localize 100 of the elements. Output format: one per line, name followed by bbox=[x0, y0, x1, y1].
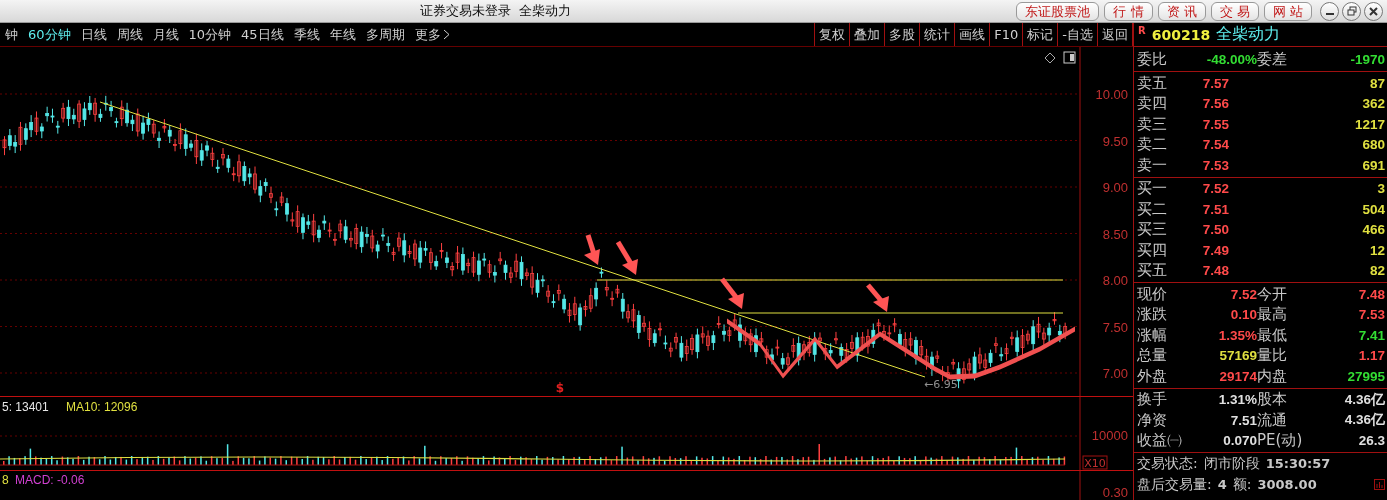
stat-value: 7.52 bbox=[1229, 286, 1257, 302]
order-volume: 87 bbox=[1368, 75, 1385, 91]
status-value: 闭市阶段 bbox=[1203, 454, 1260, 473]
header-button[interactable]: 资 讯 bbox=[1157, 1, 1206, 21]
order-volume: 466 bbox=[1361, 222, 1385, 238]
order-level-label: 买三 bbox=[1137, 220, 1168, 240]
stat-label: 内盘 bbox=[1257, 366, 1288, 386]
stat-value: -48.00% bbox=[1205, 51, 1257, 67]
stat-value: 29174 bbox=[1218, 368, 1257, 384]
macd-axis-label: 0.30 bbox=[1102, 485, 1128, 500]
stat-value: 27995 bbox=[1346, 368, 1385, 384]
stat-label: 外盘 bbox=[1137, 366, 1168, 386]
header-button[interactable]: 行 情 bbox=[1104, 1, 1153, 21]
amount-label: 额: bbox=[1232, 475, 1252, 494]
stat-value: 1.31% bbox=[1217, 392, 1257, 408]
stat-label: 涨跌 bbox=[1137, 305, 1168, 325]
stat-label: 净资 bbox=[1137, 410, 1168, 430]
volume-legend: MA10: 12096 bbox=[66, 400, 138, 414]
stat-label: 最低 bbox=[1257, 325, 1288, 345]
price-axis-label: 10.00 bbox=[1095, 87, 1128, 102]
order-volume: 1217 bbox=[1353, 116, 1385, 132]
macd-legend: MACD: -0.06 bbox=[15, 473, 85, 487]
stock-code: 600218 bbox=[1151, 26, 1211, 43]
order-price: 7.50 bbox=[1201, 222, 1229, 238]
stat-value: 26.3 bbox=[1357, 433, 1385, 449]
r-label: R bbox=[1138, 25, 1146, 36]
period-tab[interactable]: 更多 bbox=[409, 25, 455, 44]
window-title: 证券交易未登录 bbox=[419, 2, 511, 20]
stat-value: 4.36亿 bbox=[1343, 390, 1385, 409]
stat-value: 57169 bbox=[1218, 348, 1257, 364]
stat-value: 1.17 bbox=[1357, 348, 1385, 364]
stat-label: 量比 bbox=[1257, 346, 1288, 366]
period-tab[interactable]: 10分钟 bbox=[183, 25, 237, 44]
price-axis-label: 7.50 bbox=[1102, 319, 1128, 335]
order-volume: 691 bbox=[1361, 157, 1385, 173]
scale-tag: X10 bbox=[1082, 455, 1108, 470]
order-price: 7.55 bbox=[1201, 116, 1229, 132]
stat-label: 今开 bbox=[1257, 284, 1288, 304]
price-axis-label: 9.00 bbox=[1102, 180, 1128, 195]
stat-value: -1970 bbox=[1349, 51, 1385, 67]
volume-legend: 5: 13401 bbox=[2, 400, 49, 414]
order-level-label: 卖二 bbox=[1137, 135, 1168, 155]
status-time: 15:30:57 bbox=[1265, 456, 1331, 471]
stat-value: 0.070 bbox=[1222, 433, 1257, 449]
stat-value: 4.36亿 bbox=[1343, 411, 1385, 430]
order-price: 7.57 bbox=[1201, 75, 1229, 91]
stock-name: 全柴动力 bbox=[1216, 24, 1281, 45]
stat-label: 流通 bbox=[1257, 410, 1288, 430]
order-level-label: 卖一 bbox=[1137, 155, 1168, 175]
period-tab[interactable]: 45日线 bbox=[236, 25, 289, 44]
order-price: 7.49 bbox=[1201, 242, 1229, 258]
order-price: 7.48 bbox=[1201, 263, 1229, 279]
header-button[interactable]: 东证股票池 bbox=[1016, 1, 1100, 21]
macd-legend: 8 bbox=[2, 473, 9, 487]
header-button[interactable]: 交 易 bbox=[1210, 1, 1259, 21]
order-volume: 504 bbox=[1361, 201, 1385, 217]
stat-label: 涨幅 bbox=[1137, 325, 1168, 345]
stat-label: 委差 bbox=[1257, 49, 1288, 69]
order-level-label: 卖三 bbox=[1137, 114, 1168, 134]
stat-value: 0.10 bbox=[1229, 307, 1257, 323]
period-tab[interactable]: 季线 bbox=[288, 25, 325, 44]
period-tab[interactable]: 60分钟 bbox=[23, 25, 76, 44]
stat-label: 最高 bbox=[1257, 305, 1288, 325]
signal-mark: $ bbox=[555, 381, 565, 395]
after-hours-volume: 4 bbox=[1217, 477, 1227, 492]
order-volume: 82 bbox=[1368, 263, 1385, 279]
period-tab[interactable]: 钟 bbox=[0, 25, 23, 44]
stat-label: 股本 bbox=[1257, 390, 1288, 410]
stat-value: 7.41 bbox=[1357, 327, 1385, 343]
period-tab[interactable]: 周线 bbox=[111, 25, 148, 44]
window-subtitle: 全柴动力 bbox=[518, 2, 571, 20]
period-tab[interactable]: 月线 bbox=[147, 25, 184, 44]
volume-axis-label: 10000 bbox=[1091, 428, 1128, 443]
period-tab[interactable]: 年线 bbox=[324, 25, 361, 44]
price-axis-label: 9.50 bbox=[1102, 133, 1128, 149]
stat-label: 换手 bbox=[1137, 390, 1168, 410]
order-volume: 12 bbox=[1368, 242, 1385, 258]
stat-value: 7.53 bbox=[1357, 307, 1385, 323]
order-price: 7.53 bbox=[1201, 157, 1229, 173]
price-axis-label: 8.00 bbox=[1102, 273, 1128, 288]
order-price: 7.51 bbox=[1201, 201, 1229, 217]
stat-label: 委比 bbox=[1137, 49, 1168, 69]
order-volume: 680 bbox=[1361, 137, 1385, 153]
toolbar-button[interactable]: 返回 bbox=[1097, 23, 1133, 46]
header-button[interactable]: 网 站 bbox=[1263, 1, 1312, 21]
stat-value: 7.48 bbox=[1357, 286, 1385, 302]
period-tab[interactable]: 日线 bbox=[75, 25, 112, 44]
period-tab[interactable]: 多周期 bbox=[360, 25, 410, 44]
order-volume: 362 bbox=[1361, 96, 1385, 112]
stat-label: 总量 bbox=[1137, 346, 1168, 366]
order-level-label: 买二 bbox=[1137, 199, 1168, 219]
stat-value: 7.51 bbox=[1229, 412, 1257, 428]
order-volume: 3 bbox=[1376, 181, 1385, 197]
price-axis-label: 8.50 bbox=[1102, 226, 1128, 242]
order-price: 7.56 bbox=[1201, 96, 1229, 112]
stat-label: 现价 bbox=[1137, 284, 1168, 304]
order-level-label: 卖五 bbox=[1137, 73, 1168, 93]
after-hours-label: 盘后交易量: bbox=[1137, 475, 1212, 494]
price-axis-label: 7.00 bbox=[1102, 366, 1128, 381]
low-price-label: ←6.95 bbox=[924, 378, 958, 391]
